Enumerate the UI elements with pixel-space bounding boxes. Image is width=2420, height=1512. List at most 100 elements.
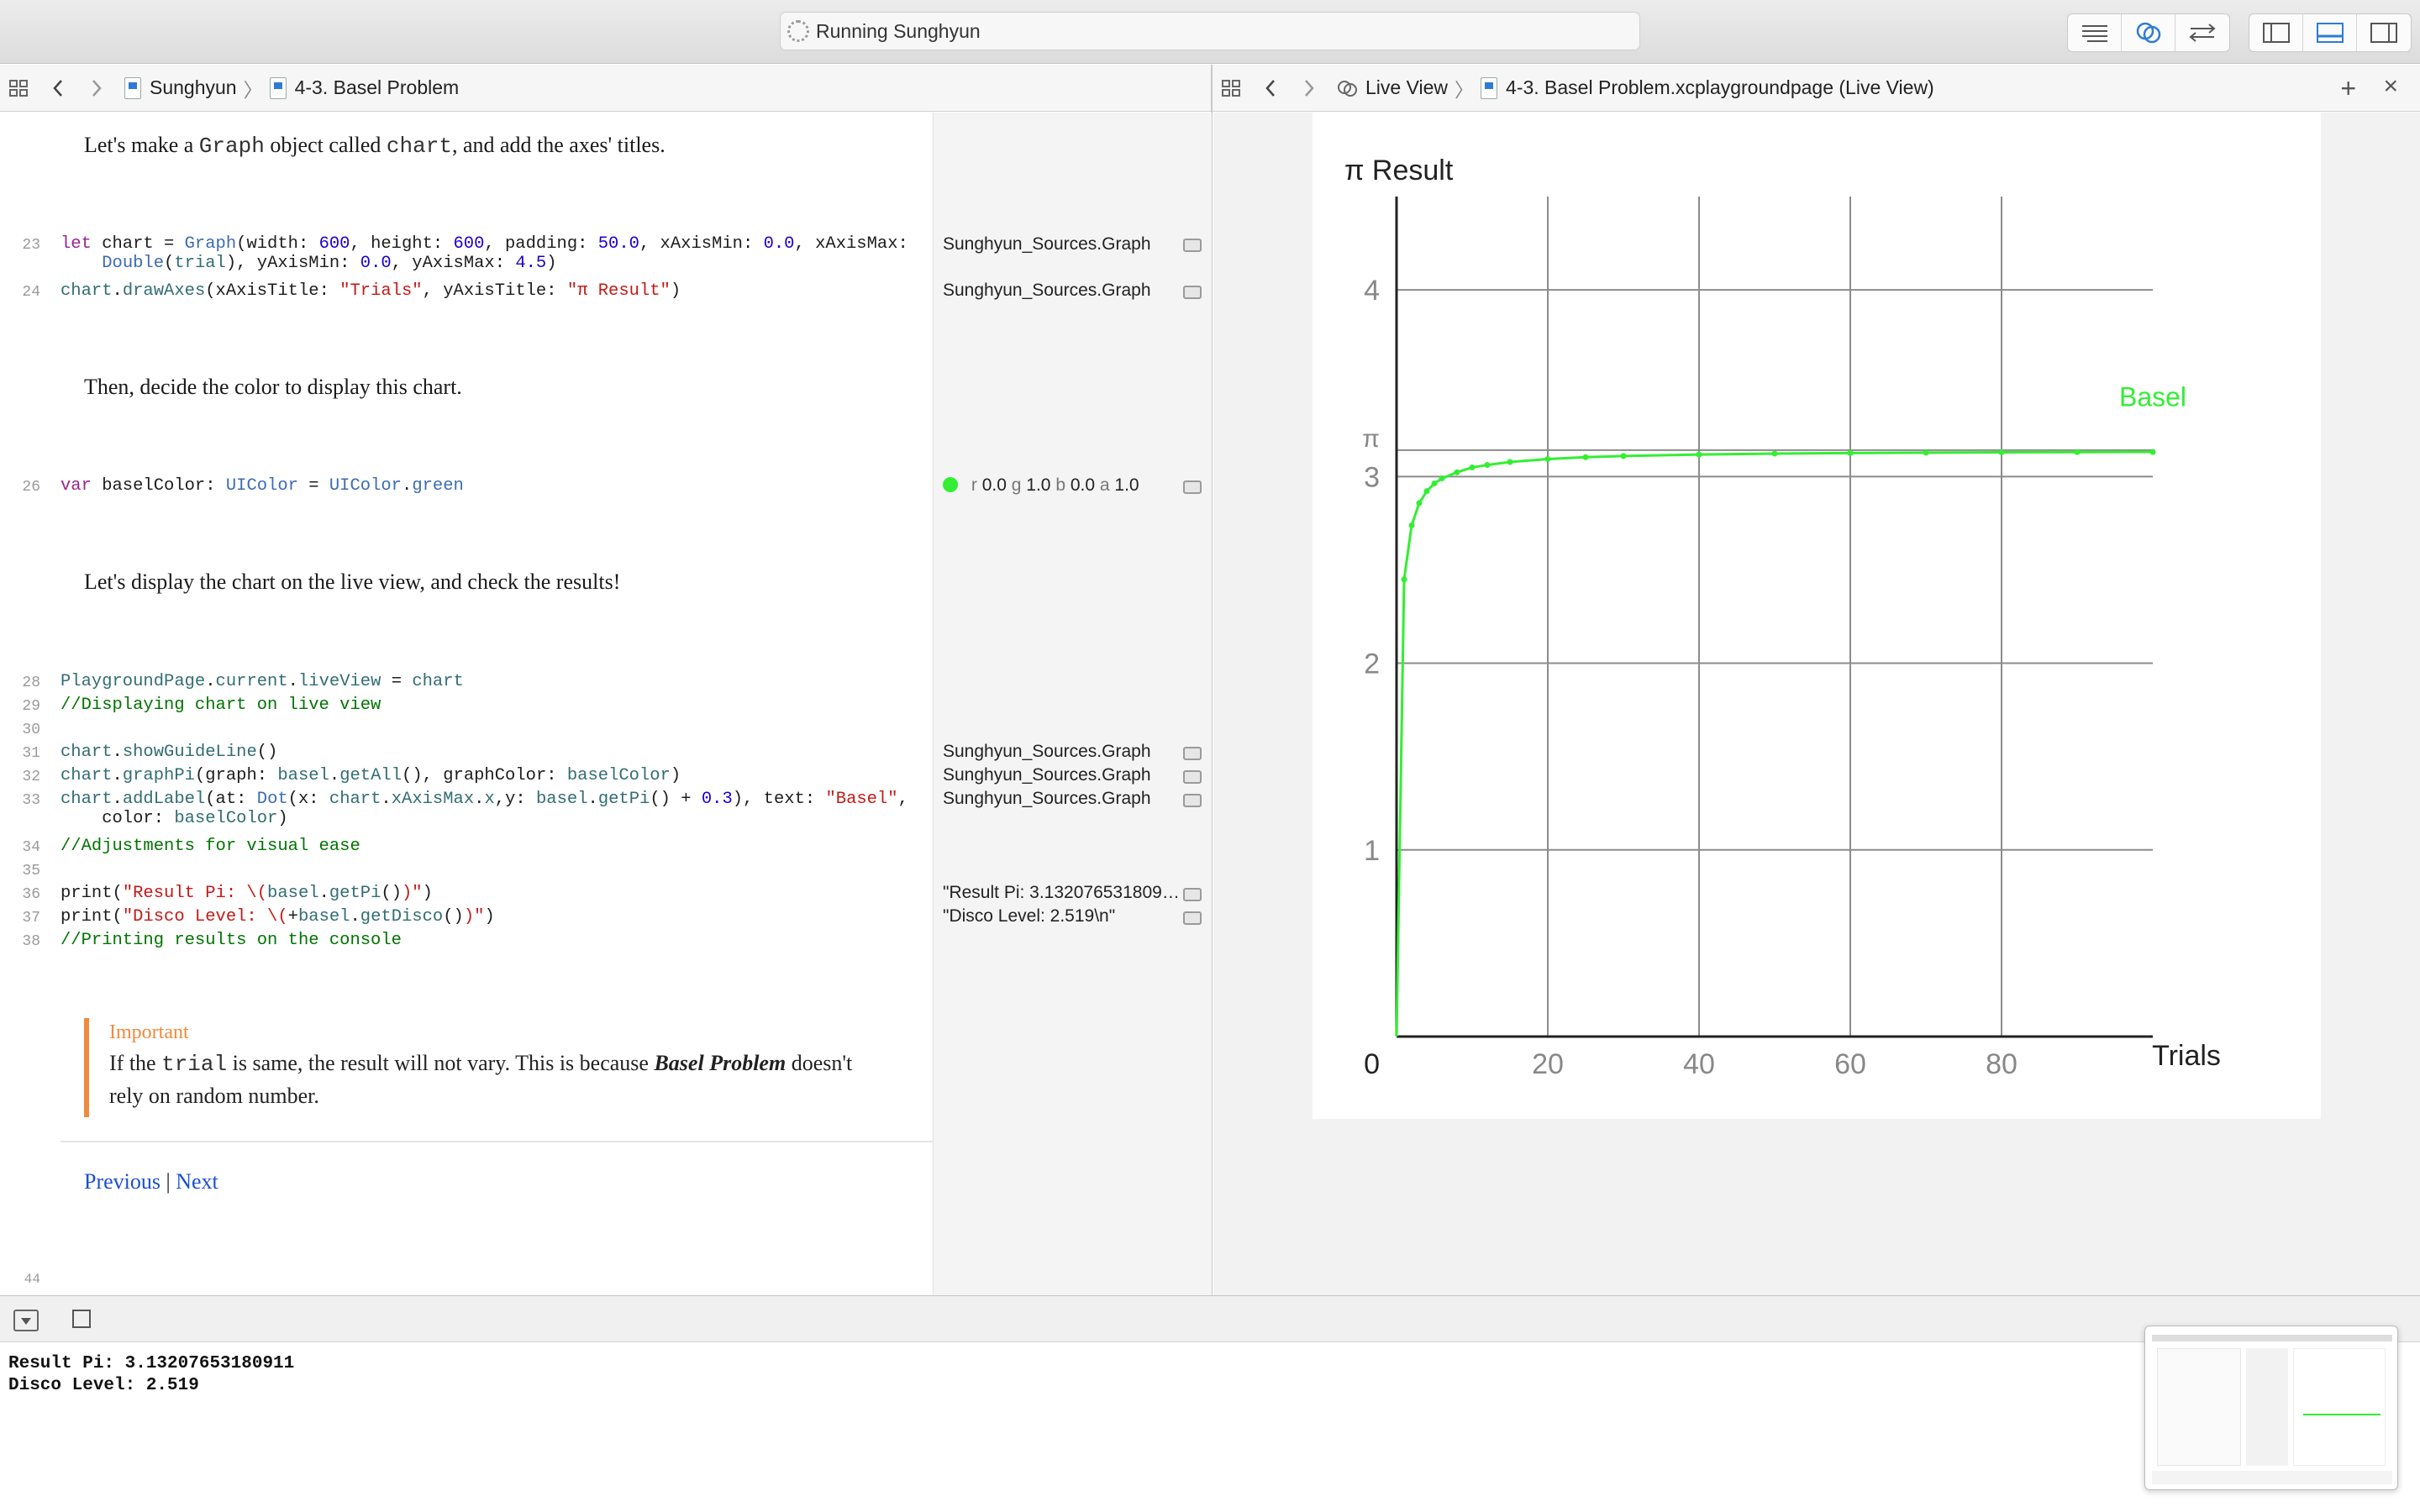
graph-view: 20 40 60 80 1 2 3 4 π 0 π Result Trials Basel — [1313, 113, 2321, 1119]
y-axis-title: π Result — [1344, 155, 1454, 186]
right-panel-icon — [2370, 23, 2397, 43]
basel-data-point — [1847, 449, 1854, 456]
right-jump-bar: Live View 〉 4-3. Basel Problem.xcplaygro… — [1213, 65, 2420, 112]
y-tick-label: 3 — [1364, 461, 1380, 493]
line-number: 35 — [22, 863, 40, 879]
breadcrumb-separator-icon: 〉 — [243, 78, 263, 101]
activity-status: Running Sunghyun — [780, 12, 1640, 50]
basel-data-point — [1401, 576, 1407, 583]
x-axis-title: Trials — [2152, 1040, 2221, 1072]
quick-look-icon[interactable] — [1183, 911, 1202, 925]
callout-line-2: rely on random number. — [109, 1084, 319, 1108]
view-toggle-control — [2249, 13, 2412, 52]
activity-status-text: Running Sunghyun — [816, 19, 981, 42]
code-line-33[interactable]: chart.addLabel(at: Dot(x: chart.xAxisMax… — [60, 790, 908, 828]
basel-data-point — [2074, 449, 2081, 455]
arrows-icon — [2189, 24, 2216, 42]
grid-icon — [9, 79, 28, 97]
code-line-26[interactable]: var baselColor: UIColor = UIColor.green — [60, 476, 464, 496]
quick-look-icon[interactable] — [1183, 794, 1202, 807]
basel-data-point — [1484, 462, 1491, 469]
basel-data-point — [1771, 450, 1778, 457]
assistant-forward-button[interactable] — [1290, 78, 1328, 98]
color-swatch-icon — [943, 477, 958, 492]
code-line-24[interactable]: chart.drawAxes(xAxisTitle: "Trials", yAx… — [60, 281, 681, 301]
breadcrumb-separator-icon: 〉 — [1455, 78, 1475, 101]
line-number: 33 — [22, 792, 40, 809]
quick-look-icon[interactable] — [1183, 480, 1202, 494]
code-line-23[interactable]: let chart = Graph(width: 600, height: 60… — [60, 234, 908, 273]
breadcrumb-project[interactable]: Sunghyun — [124, 76, 237, 99]
bottom-panel-icon — [2316, 23, 2344, 43]
line-number: 23 — [22, 237, 40, 254]
code-line-28[interactable]: PlaygroundPage.current.liveView = chart — [60, 672, 464, 691]
page-file-icon — [1481, 76, 1498, 99]
triangle-down-icon — [21, 1318, 31, 1325]
version-editor-button[interactable] — [2175, 14, 2229, 51]
basel-data-point — [1507, 459, 1513, 465]
quick-look-icon[interactable] — [1183, 747, 1202, 760]
x-tick-label: 80 — [1986, 1048, 2018, 1080]
code-line-29[interactable]: //Displaying chart on live view — [60, 696, 381, 715]
breadcrumb-live-page[interactable]: 4-3. Basel Problem.xcplaygroundpage (Liv… — [1481, 76, 1934, 99]
code-line-32[interactable]: chart.graphPi(graph: basel.getAll(), gra… — [60, 766, 681, 785]
code-line-34[interactable]: //Adjustments for visual ease — [60, 837, 360, 856]
callout-title: Important — [109, 1021, 189, 1043]
line-number: 36 — [22, 886, 40, 903]
page-file-icon — [269, 76, 287, 99]
quick-look-icon[interactable] — [1183, 239, 1202, 252]
back-button[interactable] — [39, 78, 77, 98]
assistant-editor-button[interactable] — [2122, 14, 2175, 51]
console-line: Disco Level: 2.519 — [8, 1376, 199, 1395]
breadcrumb-live-view[interactable]: Live View — [1337, 76, 1448, 99]
utilities-toggle-button[interactable] — [2357, 14, 2411, 51]
result-value: Sunghyun_Sources.Graph — [943, 742, 1151, 761]
quick-look-icon[interactable] — [1183, 286, 1202, 299]
chevron-left-icon — [53, 79, 62, 97]
navigator-toggle-button[interactable] — [2249, 14, 2303, 51]
code-line-36[interactable]: print("Result Pi: \(basel.getPi())") — [60, 884, 433, 903]
console-line: Result Pi: 3.13207653180911 — [8, 1354, 295, 1373]
page-navigation: Previous | Next — [84, 1169, 218, 1194]
next-link[interactable]: Next — [176, 1169, 218, 1194]
callout-line-1: If the trial is same, the result will no… — [109, 1051, 853, 1077]
basel-data-point — [1696, 451, 1702, 458]
hide-debug-area-button[interactable] — [13, 1310, 39, 1331]
console-output: Result Pi: 3.13207653180911 Disco Level:… — [0, 1342, 2420, 1512]
basel-data-point — [1439, 475, 1445, 482]
forward-button[interactable] — [77, 78, 116, 98]
spinner-icon — [787, 20, 809, 42]
editor-mode-control — [2067, 13, 2230, 52]
result-value: Sunghyun_Sources.Graph — [943, 789, 1151, 808]
left-jump-bar: Sunghyun 〉 4-3. Basel Problem — [0, 65, 1211, 112]
y-tick-label: 2 — [1364, 648, 1380, 680]
quick-look-icon[interactable] — [1183, 888, 1202, 901]
assistant-related-items-button[interactable] — [1213, 79, 1251, 97]
code-line-37[interactable]: print("Disco Level: \(+basel.getDisco())… — [60, 907, 495, 927]
grid-icon — [1222, 79, 1240, 97]
assistant-back-button[interactable] — [1251, 78, 1290, 98]
breadcrumb-page-label: 4-3. Basel Problem — [294, 76, 460, 98]
line-number: 44 — [24, 1272, 40, 1287]
basel-data-point — [1408, 522, 1415, 528]
quick-look-icon[interactable] — [1183, 770, 1202, 784]
close-editor-icon[interactable]: × — [2383, 74, 2398, 99]
code-line-38[interactable]: //Printing results on the console — [60, 931, 402, 950]
y-tick-label: 1 — [1364, 835, 1380, 867]
important-callout: Important If the trial is same, the resu… — [84, 1018, 924, 1117]
line-number: 28 — [22, 675, 40, 691]
line-number: 37 — [22, 910, 40, 927]
breadcrumb-page[interactable]: 4-3. Basel Problem — [269, 76, 460, 99]
stop-button[interactable] — [72, 1310, 91, 1328]
lines-icon — [2081, 25, 2107, 42]
standard-editor-button[interactable] — [2068, 14, 2122, 51]
nav-separator: | — [166, 1169, 171, 1194]
code-line-31[interactable]: chart.showGuideLine() — [60, 743, 277, 762]
line-number: 32 — [22, 769, 40, 785]
basel-series-line — [1395, 450, 2154, 1037]
previous-link[interactable]: Previous — [84, 1169, 160, 1194]
debug-bar — [0, 1295, 2420, 1342]
related-items-button[interactable] — [0, 79, 39, 97]
debug-toggle-button[interactable] — [2303, 14, 2357, 51]
add-editor-icon[interactable]: + — [2340, 75, 2356, 102]
